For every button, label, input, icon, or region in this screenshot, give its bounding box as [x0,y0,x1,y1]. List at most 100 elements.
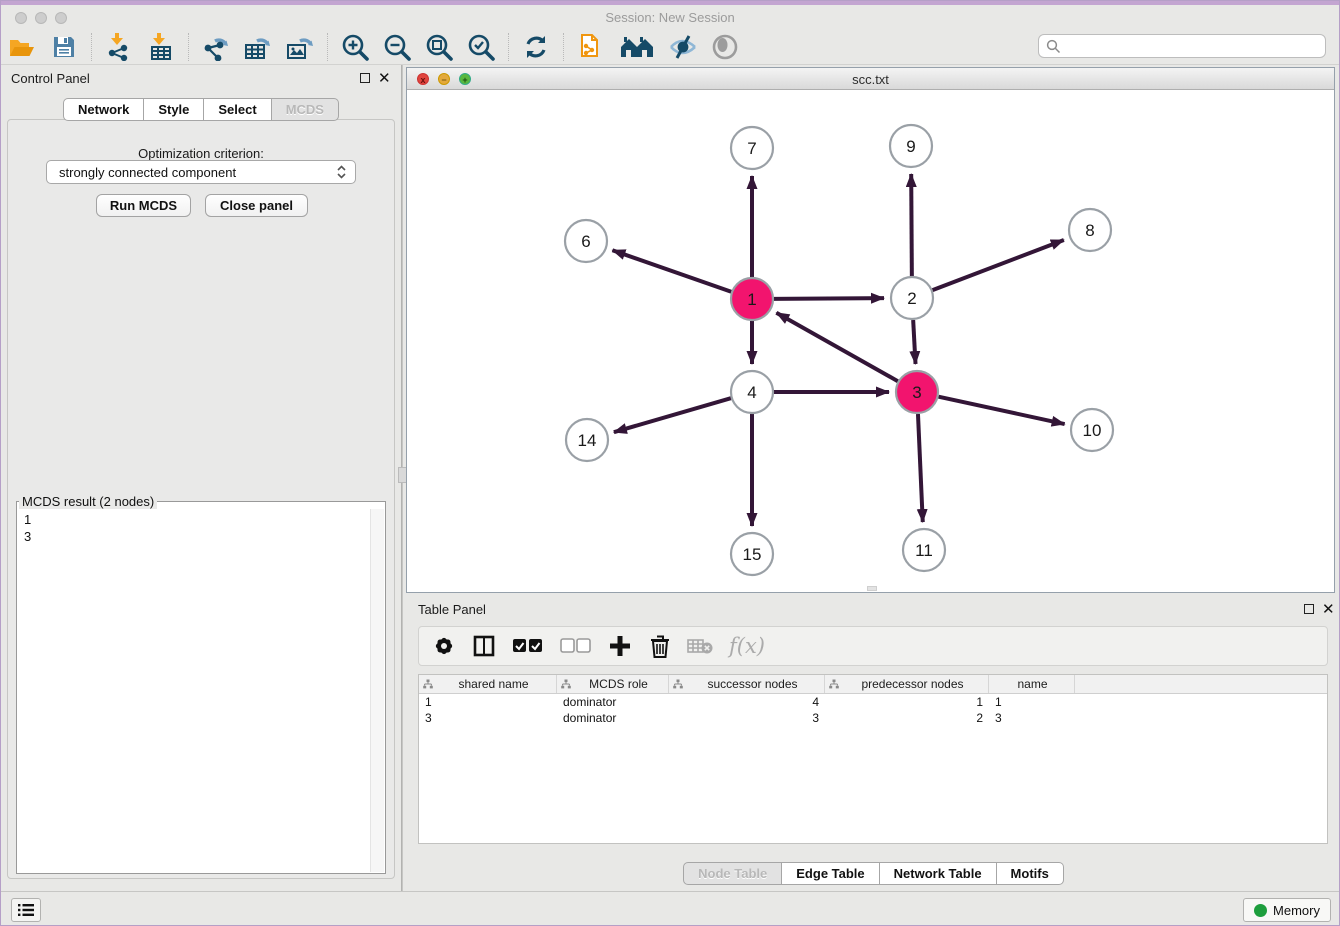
save-session-button[interactable] [49,32,79,62]
graph-node-7[interactable]: 7 [731,127,773,169]
graph-edge-3-11[interactable] [918,414,923,522]
hide-eye-icon [668,35,698,59]
graph-node-15[interactable]: 15 [731,533,773,575]
export-network-button[interactable] [201,32,231,62]
checked-boxes-icon [512,638,544,654]
graph-node-4[interactable]: 4 [731,371,773,413]
tab-select[interactable]: Select [204,98,271,121]
cell-shared-name[interactable]: 1 [419,695,557,709]
cell-name[interactable]: 3 [989,711,1075,725]
refresh-button[interactable] [521,32,551,62]
zoom-out-button[interactable] [382,32,412,62]
zoom-fit-button[interactable] [424,32,454,62]
cell-predecessor-nodes[interactable]: 1 [825,695,989,709]
tab-motifs[interactable]: Motifs [997,862,1064,885]
graph-node-6[interactable]: 6 [565,220,607,262]
mcds-result-text[interactable]: 1 3 [18,509,370,872]
run-mcds-button[interactable]: Run MCDS [96,194,191,217]
graph-edge-2-8[interactable] [933,240,1064,290]
memory-button[interactable]: Memory [1243,898,1331,922]
column-header[interactable]: shared name [419,675,557,693]
node-table: shared name MCDS role successor nodes pr… [418,674,1328,844]
memory-label: Memory [1273,903,1320,918]
cell-mcds-role[interactable]: dominator [557,695,669,709]
optimization-criterion-value: strongly connected component [59,165,236,180]
open-session-button[interactable] [7,32,37,62]
graph-node-11[interactable]: 11 [903,529,945,571]
graph-edge-2-3[interactable] [913,320,915,364]
column-header[interactable]: predecessor nodes [825,675,989,693]
network-graph[interactable]: 7 9 6 8 1 2 4 3 14 10 15 11 [407,90,1334,592]
deselect-all-button[interactable] [559,633,593,659]
table-row[interactable]: 1 dominator 4 1 1 [419,694,1327,710]
tab-node-table[interactable]: Node Table [683,862,782,885]
search-input[interactable] [1066,38,1325,54]
cell-mcds-role[interactable]: dominator [557,711,669,725]
delete-row-button[interactable] [647,633,673,659]
mcds-result-scrollbar[interactable] [370,509,384,872]
tab-mcds[interactable]: MCDS [272,98,339,121]
graph-node-8[interactable]: 8 [1069,209,1111,251]
graph-edge-1-2[interactable] [774,298,884,299]
import-table-icon [149,33,173,61]
cell-name[interactable]: 1 [989,695,1075,709]
network-resize-grip[interactable] [867,586,877,591]
tab-edge-table[interactable]: Edge Table [782,862,879,885]
zoom-in-button[interactable] [340,32,370,62]
new-network-from-selection-button[interactable] [576,32,606,62]
cell-successor-nodes[interactable]: 4 [669,695,825,709]
task-history-button[interactable] [11,898,41,922]
column-header[interactable]: MCDS role [557,675,669,693]
zoom-selected-button[interactable] [466,32,496,62]
network-window-titlebar[interactable]: x − + scc.txt [407,68,1334,90]
cell-shared-name[interactable]: 3 [419,711,557,725]
export-image-button[interactable] [285,32,315,62]
panel-splitter[interactable] [401,65,403,891]
tab-network-table[interactable]: Network Table [880,862,997,885]
import-table-button[interactable] [146,32,176,62]
table-settings-button[interactable] [431,633,457,659]
optimization-criterion-select[interactable]: strongly connected component [46,160,356,184]
delete-table-icon [687,637,713,655]
export-table-button[interactable] [243,32,273,62]
first-neighbors-button[interactable] [618,32,656,62]
import-network-button[interactable] [104,32,134,62]
show-all-button[interactable] [710,32,740,62]
add-row-button[interactable] [607,633,633,659]
svg-text:15: 15 [743,545,762,564]
graph-edge-3-10[interactable] [938,397,1064,424]
graph-node-2[interactable]: 2 [891,277,933,319]
graph-node-1[interactable]: 1 [731,278,773,320]
cell-successor-nodes[interactable]: 3 [669,711,825,725]
mcds-panel-body: Optimization criterion: strongly connect… [7,119,395,879]
search-field[interactable] [1038,34,1326,58]
delete-table-button[interactable] [687,633,713,659]
tab-style[interactable]: Style [144,98,204,121]
houses-icon [619,35,655,59]
column-view-button[interactable] [471,633,497,659]
float-table-panel-button[interactable] [1304,602,1314,617]
graph-edge-2-9[interactable] [911,174,912,276]
float-panel-button[interactable] [360,71,370,86]
column-header[interactable]: successor nodes [669,675,825,693]
graph-node-14[interactable]: 14 [566,419,608,461]
table-row[interactable]: 3 dominator 3 2 3 [419,710,1327,726]
cell-predecessor-nodes[interactable]: 2 [825,711,989,725]
select-all-button[interactable] [511,633,545,659]
graph-node-3[interactable]: 3 [896,371,938,413]
save-floppy-icon [52,35,76,59]
graph-edge-4-14[interactable] [614,398,731,432]
graph-node-9[interactable]: 9 [890,125,932,167]
tab-network[interactable]: Network [63,98,144,121]
toolbar-separator [508,33,509,61]
graph-edge-3-1[interactable] [776,313,897,381]
hide-selected-button[interactable] [668,32,698,62]
column-header[interactable]: name [989,675,1075,693]
close-panel-button[interactable]: ✕ [378,71,391,86]
graph-edge-1-6[interactable] [612,250,731,292]
optimization-criterion-label: Optimization criterion: [8,146,394,161]
function-builder-button[interactable]: f(x) [727,633,767,659]
graph-node-10[interactable]: 10 [1071,409,1113,451]
close-table-panel-button[interactable]: ✕ [1322,602,1335,617]
close-panel-action-button[interactable]: Close panel [205,194,308,217]
